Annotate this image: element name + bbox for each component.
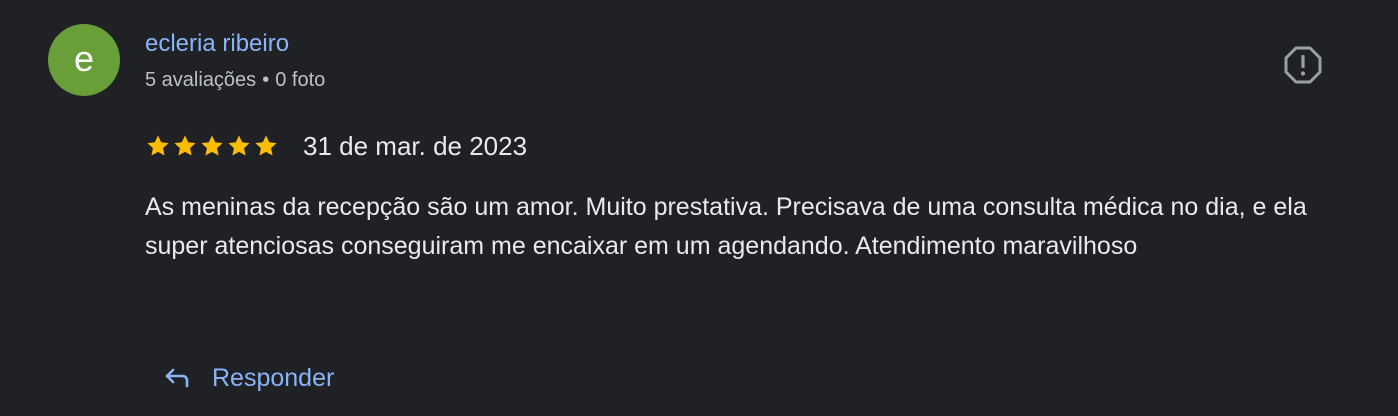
- report-flag-icon: [1284, 46, 1322, 84]
- star-rating: [145, 133, 279, 159]
- star-icon: [228, 135, 250, 156]
- reviews-count: 5 avaliações: [145, 69, 257, 91]
- meta-separator: •: [262, 69, 270, 91]
- reply-arrow-icon: [165, 368, 189, 388]
- star-icon: [201, 135, 223, 156]
- star-icon: [255, 135, 277, 156]
- reply-button[interactable]: Responder: [160, 356, 334, 400]
- rating-row: 31 de mar. de 2023: [145, 128, 527, 164]
- star-icon: [174, 135, 196, 156]
- review-card: e ecleria ribeiro 5 avaliações • 0 foto 31…: [0, 0, 1398, 416]
- author-meta: 5 avaliações • 0 foto: [145, 66, 325, 94]
- reply-label: Responder: [212, 364, 335, 392]
- report-review-button[interactable]: [1280, 42, 1326, 88]
- review-date: 31 de mar. de 2023: [303, 131, 528, 161]
- review-text: As meninas da recepção são um amor. Muit…: [145, 193, 1307, 260]
- author-name-link[interactable]: ecleria ribeiro: [145, 28, 289, 60]
- star-icon: [147, 135, 169, 156]
- photos-count: 0 foto: [275, 69, 326, 91]
- avatar[interactable]: e: [48, 24, 120, 96]
